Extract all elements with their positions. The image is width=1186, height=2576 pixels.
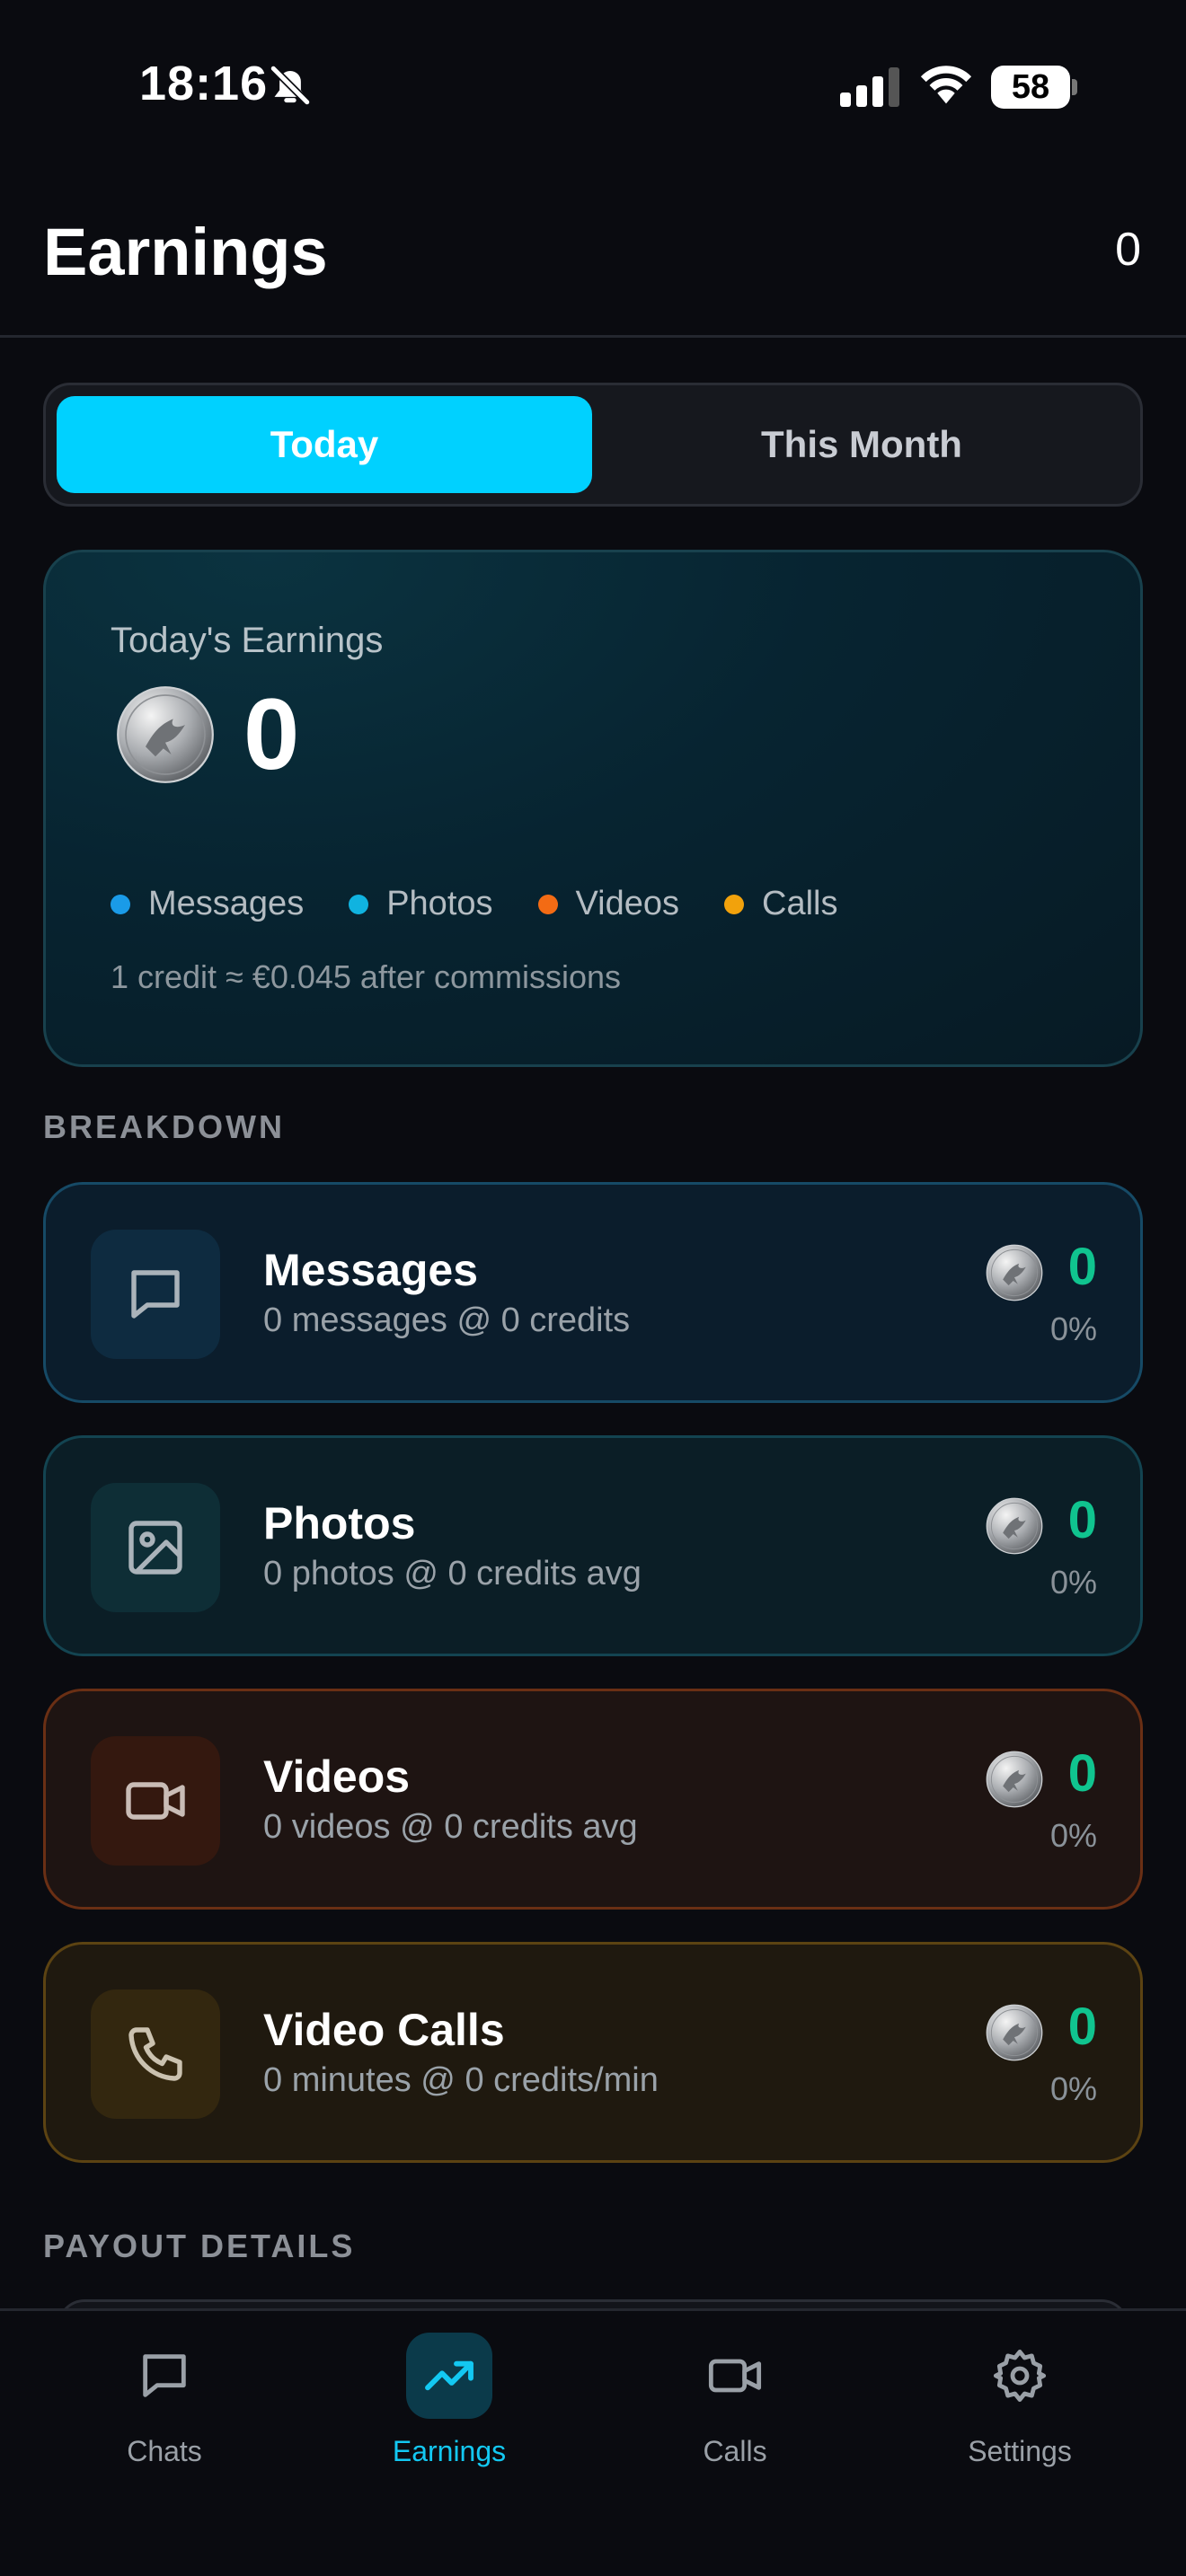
breakdown-subtitle: 0 videos @ 0 credits avg	[263, 1808, 638, 1846]
video-camera-icon	[708, 2359, 762, 2393]
legend-item: Photos	[349, 885, 493, 923]
breakdown-percent: 0%	[1049, 1310, 1097, 1347]
coin-icon	[986, 1751, 1043, 1808]
battery-level: 58	[991, 66, 1070, 109]
bell-muted-icon	[270, 65, 311, 106]
video-camera-icon	[126, 1782, 185, 1820]
legend-dot-videos	[537, 894, 558, 914]
battery-indicator: 58	[991, 66, 1077, 109]
todays-earnings-card: Today's Earnings 0 Messages Photos Video…	[43, 550, 1143, 1067]
chat-bubble-icon	[143, 2354, 186, 2397]
breakdown-icon-box	[91, 1230, 220, 1359]
legend-dot-photos	[349, 894, 369, 914]
breakdown-title: Videos	[263, 1751, 411, 1802]
tab-label: Earnings	[392, 2435, 507, 2467]
battery-nub	[1072, 79, 1077, 95]
legend-label: Messages	[148, 885, 305, 922]
trending-up-icon	[425, 2360, 474, 2391]
status-bar: 18:16 58	[0, 0, 1186, 171]
tab-earnings[interactable]: Earnings	[332, 2333, 566, 2512]
signal-icon	[840, 67, 899, 107]
breakdown-icon-box	[91, 1989, 220, 2119]
coin-icon	[986, 1497, 1043, 1555]
breakdown-card-video-calls[interactable]: Video Calls 0 minutes @ 0 credits/min 0 …	[43, 1942, 1143, 2163]
legend-dot-calls	[724, 894, 745, 914]
image-icon	[128, 1521, 182, 1575]
page-title: Earnings	[43, 215, 328, 289]
phone-icon	[128, 2027, 182, 2081]
period-segmented-control: Today This Month	[43, 383, 1143, 507]
legend-label: Videos	[575, 885, 680, 922]
legend-label: Photos	[386, 885, 493, 922]
legend-item: Messages	[111, 885, 304, 923]
status-time: 18:16	[139, 57, 269, 110]
breakdown-card-messages[interactable]: Messages 0 messages @ 0 credits 0 0%	[43, 1182, 1143, 1403]
tab-icon-wrap	[406, 2333, 492, 2419]
breakdown-subtitle: 0 messages @ 0 credits	[263, 1301, 631, 1339]
segment-this-month[interactable]: This Month	[594, 396, 1129, 493]
gear-icon	[993, 2349, 1047, 2403]
coin-icon	[986, 2004, 1043, 2061]
breakdown-icon-box	[91, 1483, 220, 1612]
breakdown-percent: 0%	[1049, 2070, 1097, 2107]
tab-calls[interactable]: Calls	[618, 2333, 852, 2512]
tab-label: Calls	[703, 2435, 767, 2467]
tab-label: Settings	[968, 2435, 1072, 2467]
breakdown-title: Video Calls	[263, 2005, 505, 2055]
breakdown-percent: 0%	[1049, 1817, 1097, 1854]
breakdown-title: Messages	[263, 1245, 479, 1295]
tab-label: Chats	[127, 2435, 202, 2467]
tab-chats[interactable]: Chats	[48, 2333, 281, 2512]
coin-icon	[986, 1244, 1043, 1301]
breakdown-title: Photos	[263, 1498, 416, 1548]
conversion-rate-text: 1 credit ≈ €0.045 after commissions	[111, 958, 622, 995]
legend-label: Calls	[762, 885, 838, 922]
breakdown-value: 0	[1067, 1491, 1097, 1549]
breakdown-section-label: BREAKDOWN	[43, 1108, 285, 1145]
legend-dot-messages	[111, 894, 130, 914]
breakdown-card-photos[interactable]: Photos 0 photos @ 0 credits avg 0 0%	[43, 1435, 1143, 1656]
earnings-label: Today's Earnings	[111, 621, 384, 660]
breakdown-icon-box	[91, 1736, 220, 1866]
tab-icon-wrap	[692, 2333, 778, 2419]
breakdown-percent: 0%	[1049, 1564, 1097, 1601]
tab-icon-wrap	[121, 2333, 208, 2419]
breakdown-value: 0	[1067, 1744, 1097, 1803]
bottom-tab-bar: Chats Earnings Calls Settings	[0, 2308, 1186, 2576]
breakdown-subtitle: 0 photos @ 0 credits avg	[263, 1555, 642, 1592]
segment-today[interactable]: Today	[57, 396, 592, 493]
earnings-legend: Messages Photos Videos Calls	[111, 885, 883, 923]
tab-settings[interactable]: Settings	[903, 2333, 1137, 2512]
page-header: Earnings 0	[0, 171, 1186, 338]
earnings-value: 0	[243, 678, 300, 790]
breakdown-value: 0	[1067, 1238, 1097, 1296]
header-count: 0	[1115, 224, 1141, 276]
breakdown-card-videos[interactable]: Videos 0 videos @ 0 credits avg 0 0%	[43, 1689, 1143, 1910]
chat-bubble-icon	[131, 1270, 180, 1319]
legend-item: Calls	[724, 885, 838, 923]
wifi-icon	[920, 66, 972, 104]
legend-item: Videos	[537, 885, 680, 923]
tab-icon-wrap	[977, 2333, 1063, 2419]
coin-icon	[116, 685, 215, 784]
breakdown-subtitle: 0 minutes @ 0 credits/min	[263, 2061, 659, 2099]
payout-section-label: PAYOUT DETAILS	[43, 2228, 356, 2264]
breakdown-value: 0	[1067, 1998, 1097, 2056]
